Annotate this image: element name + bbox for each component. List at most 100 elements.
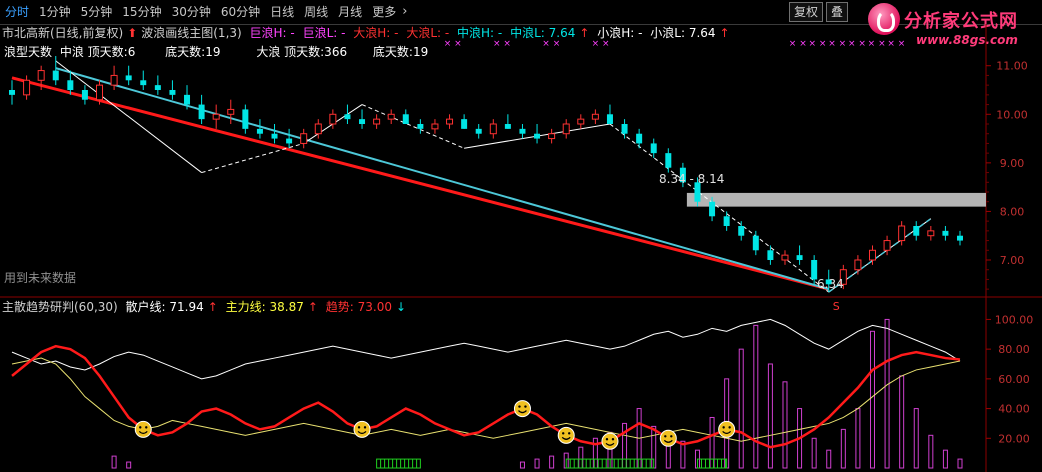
wave-marker: × × (828, 39, 846, 49)
candle-body (212, 113, 220, 120)
candle-body (169, 90, 176, 95)
arrow-up-icon: ↑ (579, 26, 590, 40)
smiley-face (513, 400, 531, 418)
small-wave-low: 小浪L: 7.64 (650, 26, 716, 40)
trend-line (11, 344, 961, 449)
candle-body (67, 80, 74, 90)
volume-bar (549, 455, 555, 469)
mid-wave-low: 中浪L: 7.64 (510, 26, 576, 40)
wave-marker: × × (868, 39, 886, 49)
price-axis: 11.00 10.00 9.00 8.00 7.00 100.00 80.00 60.00 40… (986, 60, 1034, 445)
candle-body (256, 128, 263, 134)
wave-segment (201, 142, 304, 174)
candle-body (271, 133, 278, 139)
candle-body (913, 226, 920, 236)
wave-days-label: 浪型天数 (4, 45, 53, 59)
small-wave-high: 小浪H: - (597, 26, 643, 40)
volume-bar (753, 324, 759, 469)
candle-body (519, 128, 526, 134)
stock-chart[interactable]: × × × × × × × × × × × × × × × × × × × ×S 11.0010.… (0, 0, 1042, 472)
main-legend-row2: 浪型天数 中浪 顶天数:6 底天数:19 大浪 顶天数:366 底天数:19 (4, 45, 432, 59)
sub-legend: 主散趋势研判(60,30) 散户线: 71.94 ↑ 主力线: 38.87 ↑ 趋势… (2, 300, 410, 314)
candle-body (431, 123, 439, 130)
volume-bar (767, 363, 773, 469)
candle-body (387, 113, 395, 120)
big-wave-bottom-days: 底天数:19 (372, 45, 429, 59)
volume-bar (840, 428, 846, 469)
smiley-signal-icon (718, 420, 736, 438)
price-tick-label: 10.00 (996, 108, 1028, 121)
huge-wave-high: 巨浪H: - (249, 26, 295, 40)
candle-body (417, 124, 424, 129)
big-wave-low: 大浪L: - (406, 26, 450, 40)
candle-body (577, 118, 585, 125)
candle-body (37, 70, 45, 81)
signal-strip (376, 458, 421, 469)
candle-body (373, 118, 381, 125)
wave-marker: × × (493, 39, 511, 49)
wave-marker: × × (444, 39, 462, 49)
wave-marker: × × (809, 39, 827, 49)
candle-body (752, 235, 759, 251)
big-wave-top-days: 大浪 顶天数:366 (256, 45, 348, 59)
sub-indicator-name: 主散趋势研判(60,30) (2, 300, 118, 314)
candle-body (650, 143, 657, 154)
candle-body (344, 114, 351, 120)
volume-bar (913, 408, 919, 469)
volume-bar (899, 375, 905, 469)
smiley-signal-icon (513, 400, 531, 418)
candle-body (110, 74, 118, 86)
volume-bar (811, 437, 817, 469)
candle-body (314, 123, 322, 135)
main-price-panel: × × × × × × × × × × × × × × × × × × × ×S (9, 39, 986, 313)
price-tick-label: 8.00 (1000, 205, 1025, 218)
volume-bar (738, 348, 744, 469)
volume-bar (928, 434, 934, 469)
sub-tick-label: 20.00 (998, 432, 1030, 445)
volume-bar (884, 318, 890, 469)
smiley-eye (568, 432, 571, 435)
candle-body (591, 113, 599, 120)
indicator-name: 波浪画线主图(1,3) (141, 26, 242, 40)
candle-body (125, 75, 132, 81)
stock-title: 市北高新(日线,前复权) (2, 26, 124, 40)
sub-tick-label: 100.00 (995, 313, 1034, 326)
candle-body (475, 128, 482, 134)
candle-body (927, 230, 935, 237)
candle-body (52, 70, 59, 81)
candle-body (9, 90, 15, 95)
wave-marker: × × (848, 39, 866, 49)
smiley-signal-icon (601, 432, 619, 450)
retail-line-value: 散户线: 71.94 (125, 300, 204, 314)
candle-body (898, 225, 906, 242)
arrow-up-icon: ↑ (719, 26, 730, 40)
smiley-face (134, 420, 152, 438)
mid-wave-bottom-days: 底天数:19 (165, 45, 221, 59)
wave-marker: × × (789, 39, 807, 49)
smiley-signal-icon (134, 420, 152, 438)
candle-body (23, 79, 31, 96)
candle-body (781, 254, 789, 261)
candle-body (154, 85, 161, 90)
candle-body (548, 133, 556, 140)
buy-marker: S (833, 300, 840, 313)
smiley-face (353, 420, 371, 438)
smiley-face (601, 432, 619, 450)
candle-body (489, 123, 497, 135)
candle-body (461, 119, 468, 129)
resistance-band (686, 192, 986, 207)
smiley-eye (357, 426, 361, 429)
future-data-note: 用到未来数据 (4, 271, 77, 285)
candle-body (242, 109, 249, 129)
candle-body (868, 249, 876, 261)
candle-body (534, 133, 541, 139)
smiley-eye (611, 438, 615, 441)
wave-segment (361, 104, 465, 149)
smiley-eye (518, 405, 521, 408)
huge-wave-low: 巨浪L: - (302, 26, 346, 40)
mid-wave-high: 中浪H: - (457, 26, 503, 40)
candle-body (286, 138, 293, 144)
candle-body (329, 113, 337, 125)
mid-wave-top-days: 中浪 顶天数:6 (59, 45, 136, 59)
arrow-up-icon: ⬆ (127, 26, 138, 40)
